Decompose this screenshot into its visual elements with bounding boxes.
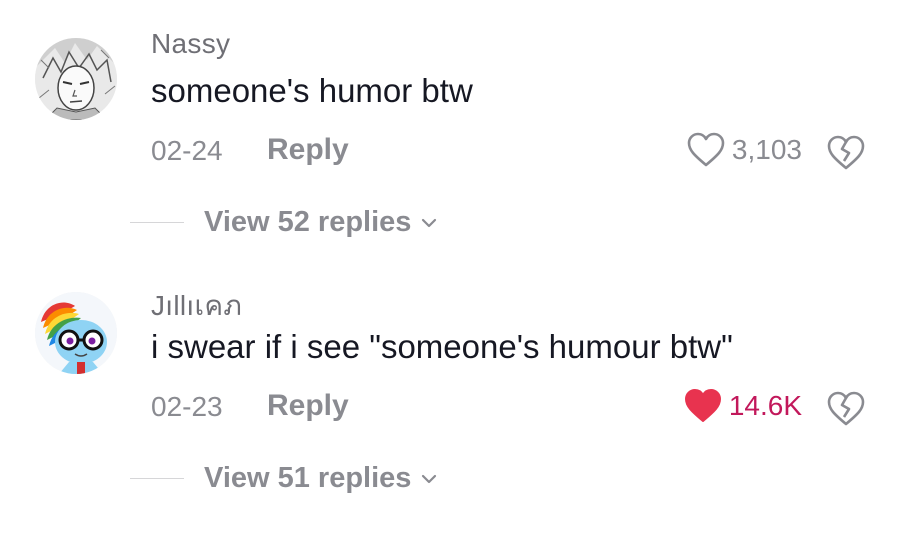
view-replies-label: View 52 replies: [204, 206, 412, 238]
chevron-down-icon: [422, 218, 437, 227]
like-count: 14.6K: [728, 390, 802, 421]
replies-divider: [130, 222, 184, 223]
dislike-button[interactable]: [826, 389, 866, 429]
dislike-button[interactable]: [826, 133, 866, 173]
replies-divider: [130, 478, 184, 479]
view-replies-button[interactable]: View 51 replies: [130, 462, 439, 495]
like-button[interactable]: 14.6K: [683, 387, 802, 425]
reply-button[interactable]: Reply: [267, 389, 349, 423]
reply-button[interactable]: Reply: [267, 133, 349, 167]
comment-date: 02-24: [151, 135, 223, 166]
broken-heart-icon: [827, 135, 865, 170]
heart-outline-icon: [687, 132, 725, 167]
comment-text: someone's humor btw: [151, 72, 473, 109]
pony-avatar-image: [35, 292, 117, 374]
like-button[interactable]: 3,103: [686, 131, 802, 169]
view-replies-button[interactable]: View 52 replies: [130, 206, 439, 239]
comment-date: 02-23: [151, 391, 223, 422]
avatar[interactable]: [35, 292, 117, 374]
comment-text: i swear if i see "someone's humour btw": [151, 328, 733, 365]
heart-filled-icon: [684, 389, 721, 422]
avatar[interactable]: [35, 38, 117, 120]
comment-username[interactable]: Jıllıเคภ: [151, 284, 242, 328]
broken-heart-icon: [827, 391, 865, 426]
like-count: 3,103: [731, 134, 802, 165]
comment-username[interactable]: Nassy: [151, 28, 230, 60]
view-replies-label: View 51 replies: [204, 462, 412, 494]
chevron-down-icon: [422, 474, 437, 483]
manga-avatar-image: [35, 38, 117, 120]
